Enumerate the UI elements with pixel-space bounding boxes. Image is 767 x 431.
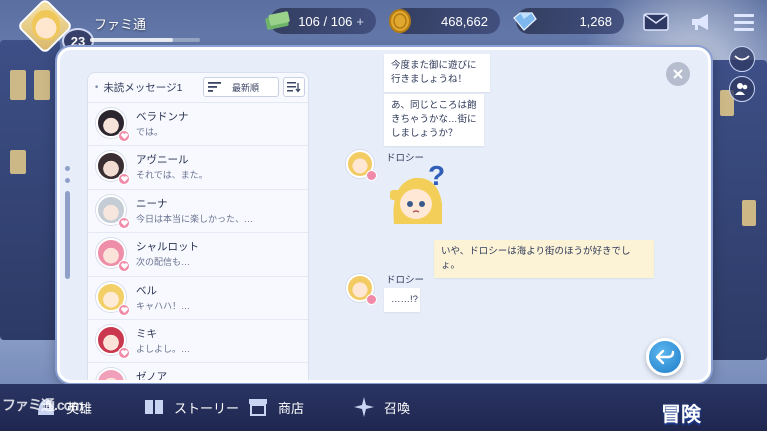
player-name: ファミ通 — [94, 17, 147, 32]
my-message-bubble: いや、ドロシーは海より街のほうが好きでしょ。 — [434, 240, 654, 278]
contact-name: アヴニール — [136, 154, 189, 167]
contact-row[interactable]: ゼノア — [88, 363, 308, 382]
nav-shop[interactable]: 商店 — [244, 390, 304, 424]
reply-arrow-icon — [655, 349, 675, 365]
player-avatar[interactable]: 23 — [16, 0, 94, 55]
adventure-button[interactable]: 冒険 — [661, 398, 701, 427]
nav-summon-label: 召喚 — [384, 400, 411, 416]
stamina-icon — [262, 5, 294, 37]
stamina-plus-icon[interactable]: + — [356, 14, 364, 29]
contact-list-header: • 未読メッセージ1 最新順 — [88, 73, 308, 103]
list-scrollbar[interactable] — [65, 191, 70, 279]
contact-list-panel: • 未読メッセージ1 最新順 ベラドンナ では。 アヴニール それでは、また。 — [87, 72, 309, 382]
nav-story-label: ストーリー — [174, 400, 240, 416]
question-mark: ? — [428, 160, 446, 191]
closed-eye-icon — [734, 55, 750, 61]
contact-name: シャルロット — [136, 241, 199, 254]
sort-dropdown[interactable]: 最新順 — [203, 77, 279, 97]
hide-ui-button[interactable] — [729, 46, 755, 72]
xp-bar-fill — [90, 38, 173, 42]
contact-avatar — [96, 368, 126, 380]
announcement-button[interactable] — [685, 8, 717, 36]
heart-icon — [118, 303, 130, 316]
nav-summon[interactable]: 召喚 — [350, 390, 410, 424]
contact-name: ベル — [136, 284, 157, 297]
bottom-nav-bar: 英雄 ストーリー 商店 召喚 — [0, 384, 767, 431]
contact-preview: 次の配信も… — [136, 257, 191, 268]
mail-button[interactable] — [640, 8, 672, 36]
scroll-dot — [65, 166, 70, 171]
sort-order-button[interactable] — [283, 77, 305, 97]
contact-name: ベラドンナ — [136, 111, 189, 123]
gem-icon — [508, 5, 540, 37]
heart-icon — [366, 294, 377, 305]
friends-button[interactable] — [729, 76, 755, 102]
sort-order-icon — [287, 82, 301, 93]
heart-icon — [118, 130, 130, 142]
contact-row[interactable]: アヴニール それでは、また。 — [88, 146, 308, 190]
contact-name: ゼノア — [136, 371, 168, 382]
sort-label: 最新順 — [232, 83, 260, 94]
book-icon — [140, 393, 168, 421]
heart-icon — [118, 260, 130, 273]
gold-counter[interactable]: 468,662 — [389, 8, 500, 34]
megaphone-icon — [692, 14, 708, 30]
reply-button[interactable] — [646, 338, 684, 376]
contact-preview: では。 — [136, 127, 164, 137]
chat-area: 今度また御に遊びに行きましょうね！ あ、同じところは飽きちゃうかな…街にしましょ… — [316, 50, 708, 380]
stamina-counter[interactable]: 106 / 106 + — [265, 8, 376, 34]
message-bubble: ……!? — [384, 288, 420, 312]
sparkle-icon — [350, 393, 378, 421]
contact-row[interactable]: ミキ よしよし。… — [88, 320, 308, 364]
contact-row[interactable]: ベラドンナ では。 — [88, 103, 308, 147]
gem-value: 1,268 — [579, 13, 612, 29]
contact-preview: それでは、また。 — [136, 170, 208, 181]
sort-lines-icon — [208, 82, 221, 92]
stamina-value: 106 / 106 — [298, 13, 353, 29]
hamburger-icon — [734, 14, 754, 31]
heart-icon — [118, 173, 130, 186]
menu-button[interactable] — [728, 8, 760, 36]
message-dialog: • 未読メッセージ1 最新順 ベラドンナ では。 アヴニール それでは、また。 — [57, 47, 711, 383]
speaker-name: ドロシー — [386, 275, 425, 286]
watermark: ファミ通.com — [2, 397, 84, 413]
contact-row[interactable]: シャルロット 次の配信も… — [88, 233, 308, 277]
nav-story[interactable]: ストーリー — [140, 390, 239, 424]
heart-icon — [118, 346, 130, 359]
top-hud: 23 ファミ通 106 / 106 + 468,662 1,268 — [0, 0, 767, 55]
shop-stall-icon — [244, 393, 272, 421]
contact-preview: キャハハ！… — [136, 300, 191, 311]
contact-preview: 今日は本当に楽しかった、… — [136, 213, 254, 224]
unread-messages-label: 未読メッセージ1 — [103, 82, 183, 94]
avatar-portrait — [32, 10, 60, 40]
bullet-icon: • — [94, 82, 100, 93]
contact-row[interactable]: ベル キャハハ！… — [88, 277, 308, 320]
nav-shop-label: 商店 — [278, 400, 305, 416]
heart-icon — [366, 170, 377, 181]
xp-bar — [90, 38, 200, 42]
people-icon — [735, 83, 748, 95]
contact-row[interactable]: ニーナ 今日は本当に楽しかった、… — [88, 190, 308, 234]
speaker-name: ドロシー — [386, 153, 425, 164]
gold-coin-icon — [384, 5, 416, 37]
heart-icon — [118, 216, 130, 229]
contact-name: ニーナ — [136, 197, 168, 210]
contact-preview: よしよし。… — [136, 343, 191, 354]
scroll-dot — [65, 178, 70, 183]
gem-counter[interactable]: 1,268 — [513, 8, 624, 34]
sticker: ? — [386, 160, 452, 228]
gold-value: 468,662 — [441, 13, 488, 29]
message-bubble: 今度また御に遊びに行きましょうね！ — [384, 54, 490, 92]
message-bubble: あ、同じところは飽きちゃうかな…街にしましょうか？ — [384, 94, 484, 146]
contact-name: ミキ — [136, 327, 157, 340]
mail-icon — [643, 13, 669, 31]
